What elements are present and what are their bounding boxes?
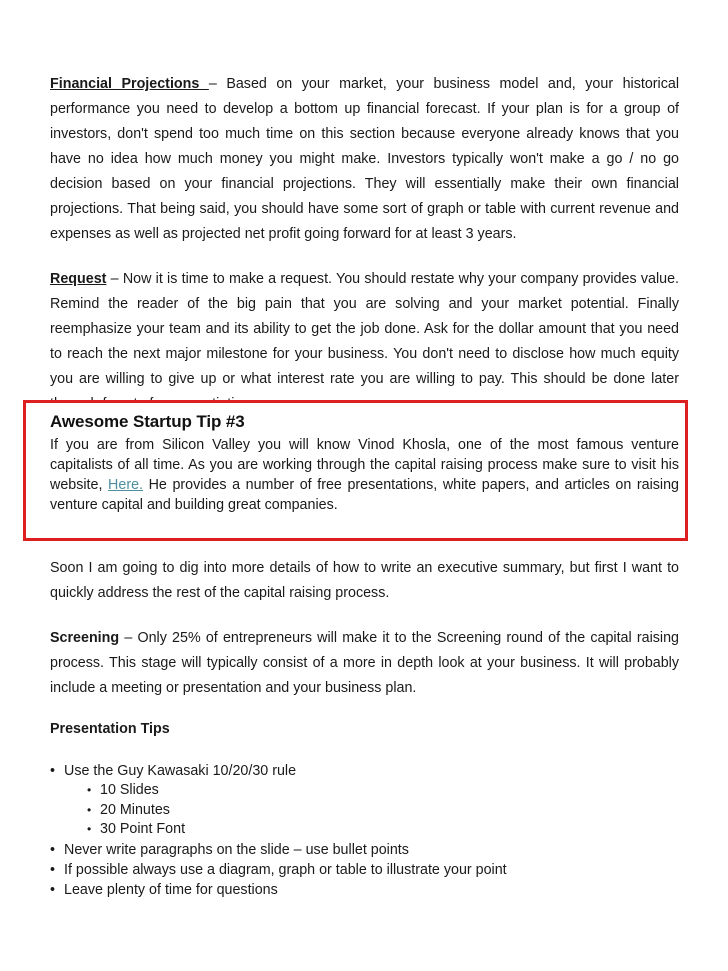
awesome-startup-tip-callout: Awesome Startup Tip #3 If you are from S… bbox=[23, 400, 688, 541]
bullet-glyph-icon: • bbox=[87, 802, 92, 817]
screening-dash: – bbox=[119, 630, 138, 646]
list-item-label: 20 Minutes bbox=[100, 801, 170, 818]
tip-here-link[interactable]: Here. bbox=[108, 477, 143, 493]
list-item: • Never write paragraphs on the slide – … bbox=[50, 840, 679, 860]
paragraph-transition: Soon I am going to dig into more details… bbox=[50, 556, 679, 606]
presentation-tips-heading: Presentation Tips bbox=[50, 721, 170, 737]
financial-projections-dash: – bbox=[208, 76, 227, 92]
bullet-glyph-icon: • bbox=[50, 861, 56, 878]
paragraph-screening: Screening – Only 25% of entrepreneurs wi… bbox=[50, 626, 679, 701]
document-page: Financial Projections – Based on your ma… bbox=[0, 0, 728, 971]
list-item: • If possible always use a diagram, grap… bbox=[50, 860, 679, 880]
list-item: • 30 Point Font bbox=[87, 820, 679, 840]
tip-callout-inner: Awesome Startup Tip #3 If you are from S… bbox=[50, 410, 679, 515]
presentation-tips-list: • Use the Guy Kawasaki 10/20/30 rule bbox=[50, 761, 679, 781]
list-item-label: If possible always use a diagram, graph … bbox=[64, 861, 507, 878]
paragraph-financial-projections: Financial Projections – Based on your ma… bbox=[50, 72, 679, 247]
tip-callout-title: Awesome Startup Tip #3 bbox=[50, 412, 245, 431]
list-item: • Leave plenty of time for questions bbox=[50, 880, 679, 900]
list-item-label: 10 Slides bbox=[100, 782, 159, 798]
list-item: • Use the Guy Kawasaki 10/20/30 rule bbox=[50, 761, 679, 781]
bullet-glyph-icon: • bbox=[87, 822, 92, 836]
document-body-bottom: Soon I am going to dig into more details… bbox=[50, 556, 679, 900]
transition-text: Soon I am going to dig into more details… bbox=[50, 560, 679, 601]
screening-text: Only 25% of entrepreneurs will make it t… bbox=[50, 630, 679, 696]
bullet-glyph-icon: • bbox=[87, 783, 92, 797]
paragraph-request: Request – Now it is time to make a reque… bbox=[50, 267, 679, 417]
list-item-label: Use the Guy Kawasaki 10/20/30 rule bbox=[64, 763, 297, 779]
screening-lead: Screening bbox=[50, 630, 120, 646]
request-dash: – bbox=[106, 271, 123, 287]
bullet-glyph-icon: • bbox=[50, 881, 56, 898]
presentation-tips-sublist: • 10 Slides • 20 Minutes • 30 Point Font bbox=[50, 781, 679, 840]
list-item-label: Leave plenty of time for questions bbox=[64, 881, 278, 898]
tip-callout-text: If you are from Silicon Valley you will … bbox=[50, 435, 679, 515]
list-item-label: 30 Point Font bbox=[100, 821, 186, 837]
presentation-tips-list-rest: • Never write paragraphs on the slide – … bbox=[50, 840, 679, 900]
financial-projections-text: Based on your market, your business mode… bbox=[50, 76, 679, 242]
bullet-glyph-icon: • bbox=[50, 841, 56, 858]
request-text: Now it is time to make a request. You sh… bbox=[50, 271, 679, 412]
financial-projections-lead: Financial Projections bbox=[50, 76, 209, 92]
document-body-top: Financial Projections – Based on your ma… bbox=[50, 72, 679, 437]
tip-text-after-link: He provides a number of free presentatio… bbox=[50, 477, 680, 513]
list-item: • 20 Minutes bbox=[87, 801, 679, 821]
list-item-label: Never write paragraphs on the slide – us… bbox=[64, 841, 409, 858]
bullet-glyph-icon: • bbox=[50, 763, 56, 779]
list-item: • 10 Slides bbox=[87, 781, 679, 801]
request-lead: Request bbox=[50, 271, 107, 287]
